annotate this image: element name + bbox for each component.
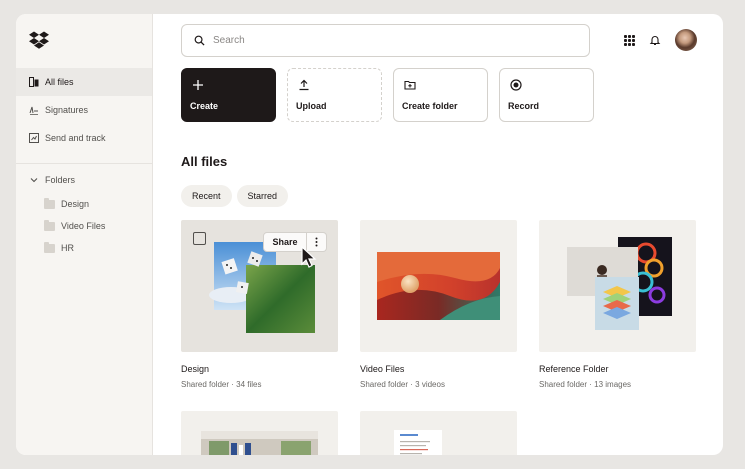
card-name: Video Files [360, 364, 405, 374]
record-button[interactable]: Record [499, 68, 594, 122]
record-label: Record [508, 101, 540, 111]
avatar[interactable] [675, 29, 697, 51]
create-folder-label: Create folder [402, 101, 458, 111]
sidebar-divider [16, 163, 152, 164]
create-folder-icon [404, 80, 416, 90]
quick-actions: Create Upload Create folder Record [181, 68, 605, 122]
folders-header-label: Folders [45, 175, 76, 185]
upload-icon [299, 79, 309, 91]
bell-icon[interactable] [649, 34, 661, 46]
folder-label: Design [61, 199, 90, 209]
card-name: Reference Folder [539, 364, 609, 374]
sidebar-nav: All files Signatures Send and track [16, 68, 152, 152]
chevron-down-icon [30, 178, 38, 183]
card-meta: Shared folder · 34 files [181, 380, 262, 389]
page-title: All files [181, 154, 228, 169]
card-meta: Shared folder · 3 videos [360, 380, 445, 389]
folder-icon [44, 219, 55, 231]
plus-icon [193, 80, 203, 90]
document-card-partial[interactable] [360, 411, 517, 455]
dropbox-logo-icon[interactable] [29, 31, 49, 49]
search-placeholder: Search [213, 35, 245, 46]
card-meta: Shared folder · 13 images [539, 380, 632, 389]
folder-icon [44, 241, 55, 253]
folders-toggle[interactable]: Folders [29, 172, 75, 188]
video-thumbnail-art [377, 252, 500, 320]
search-input[interactable]: Search [181, 24, 590, 57]
chip-recent[interactable]: Recent [181, 185, 232, 207]
folder-thumbnail[interactable] [539, 220, 696, 352]
sidebar-item-signatures[interactable]: Signatures [16, 96, 152, 124]
create-label: Create [190, 101, 219, 111]
main-content: Search Create Upload Create folder Recor… [153, 14, 723, 455]
folder-card-partial[interactable] [181, 411, 338, 455]
sidebar-item-label: All files [45, 77, 74, 87]
folder-list: Design Video Files HR [44, 193, 105, 259]
sidebar-folder-design[interactable]: Design [44, 193, 105, 215]
filter-chips: Recent Starred [181, 185, 293, 207]
folder-card-video-files[interactable]: Video Files Shared folder · 3 videos [360, 220, 517, 389]
create-button[interactable]: Create [181, 68, 276, 122]
folder-card-design[interactable]: Share Design Shared folder · 34 files [181, 220, 338, 389]
folder-label: Video Files [61, 221, 106, 231]
send-track-icon [29, 133, 39, 143]
folder-thumbnail[interactable]: Share [181, 220, 338, 352]
sidebar-folder-video-files[interactable]: Video Files [44, 215, 105, 237]
sidebar-item-send-and-track[interactable]: Send and track [16, 124, 152, 152]
folder-label: HR [61, 243, 74, 253]
files-icon [29, 77, 39, 87]
select-checkbox[interactable] [193, 232, 206, 245]
search-icon [194, 35, 205, 46]
card-name: Design [181, 364, 210, 374]
upload-label: Upload [296, 101, 327, 111]
partial-document-art [394, 430, 442, 455]
folder-thumbnail[interactable] [360, 220, 517, 352]
reference-thumbnail-art [567, 237, 672, 330]
top-bar-icons [624, 29, 697, 51]
sidebar-item-label: Send and track [45, 133, 106, 143]
app-grid-icon[interactable] [624, 34, 635, 46]
mouse-cursor-icon [301, 246, 317, 268]
upload-button[interactable]: Upload [287, 68, 382, 122]
create-folder-button[interactable]: Create folder [393, 68, 488, 122]
sidebar-item-label: Signatures [45, 105, 89, 115]
sidebar: All files Signatures Send and track Fold… [16, 14, 153, 455]
app-window: All files Signatures Send and track Fold… [16, 14, 723, 455]
record-icon [510, 79, 522, 91]
folder-icon [44, 197, 55, 209]
sidebar-folder-hr[interactable]: HR [44, 237, 105, 259]
sidebar-item-all-files[interactable]: All files [16, 68, 152, 96]
partial-thumbnail-art [201, 431, 318, 455]
folder-card-reference-folder[interactable]: Reference Folder Shared folder · 13 imag… [539, 220, 696, 389]
signature-icon [29, 105, 39, 115]
chip-starred[interactable]: Starred [236, 185, 289, 207]
